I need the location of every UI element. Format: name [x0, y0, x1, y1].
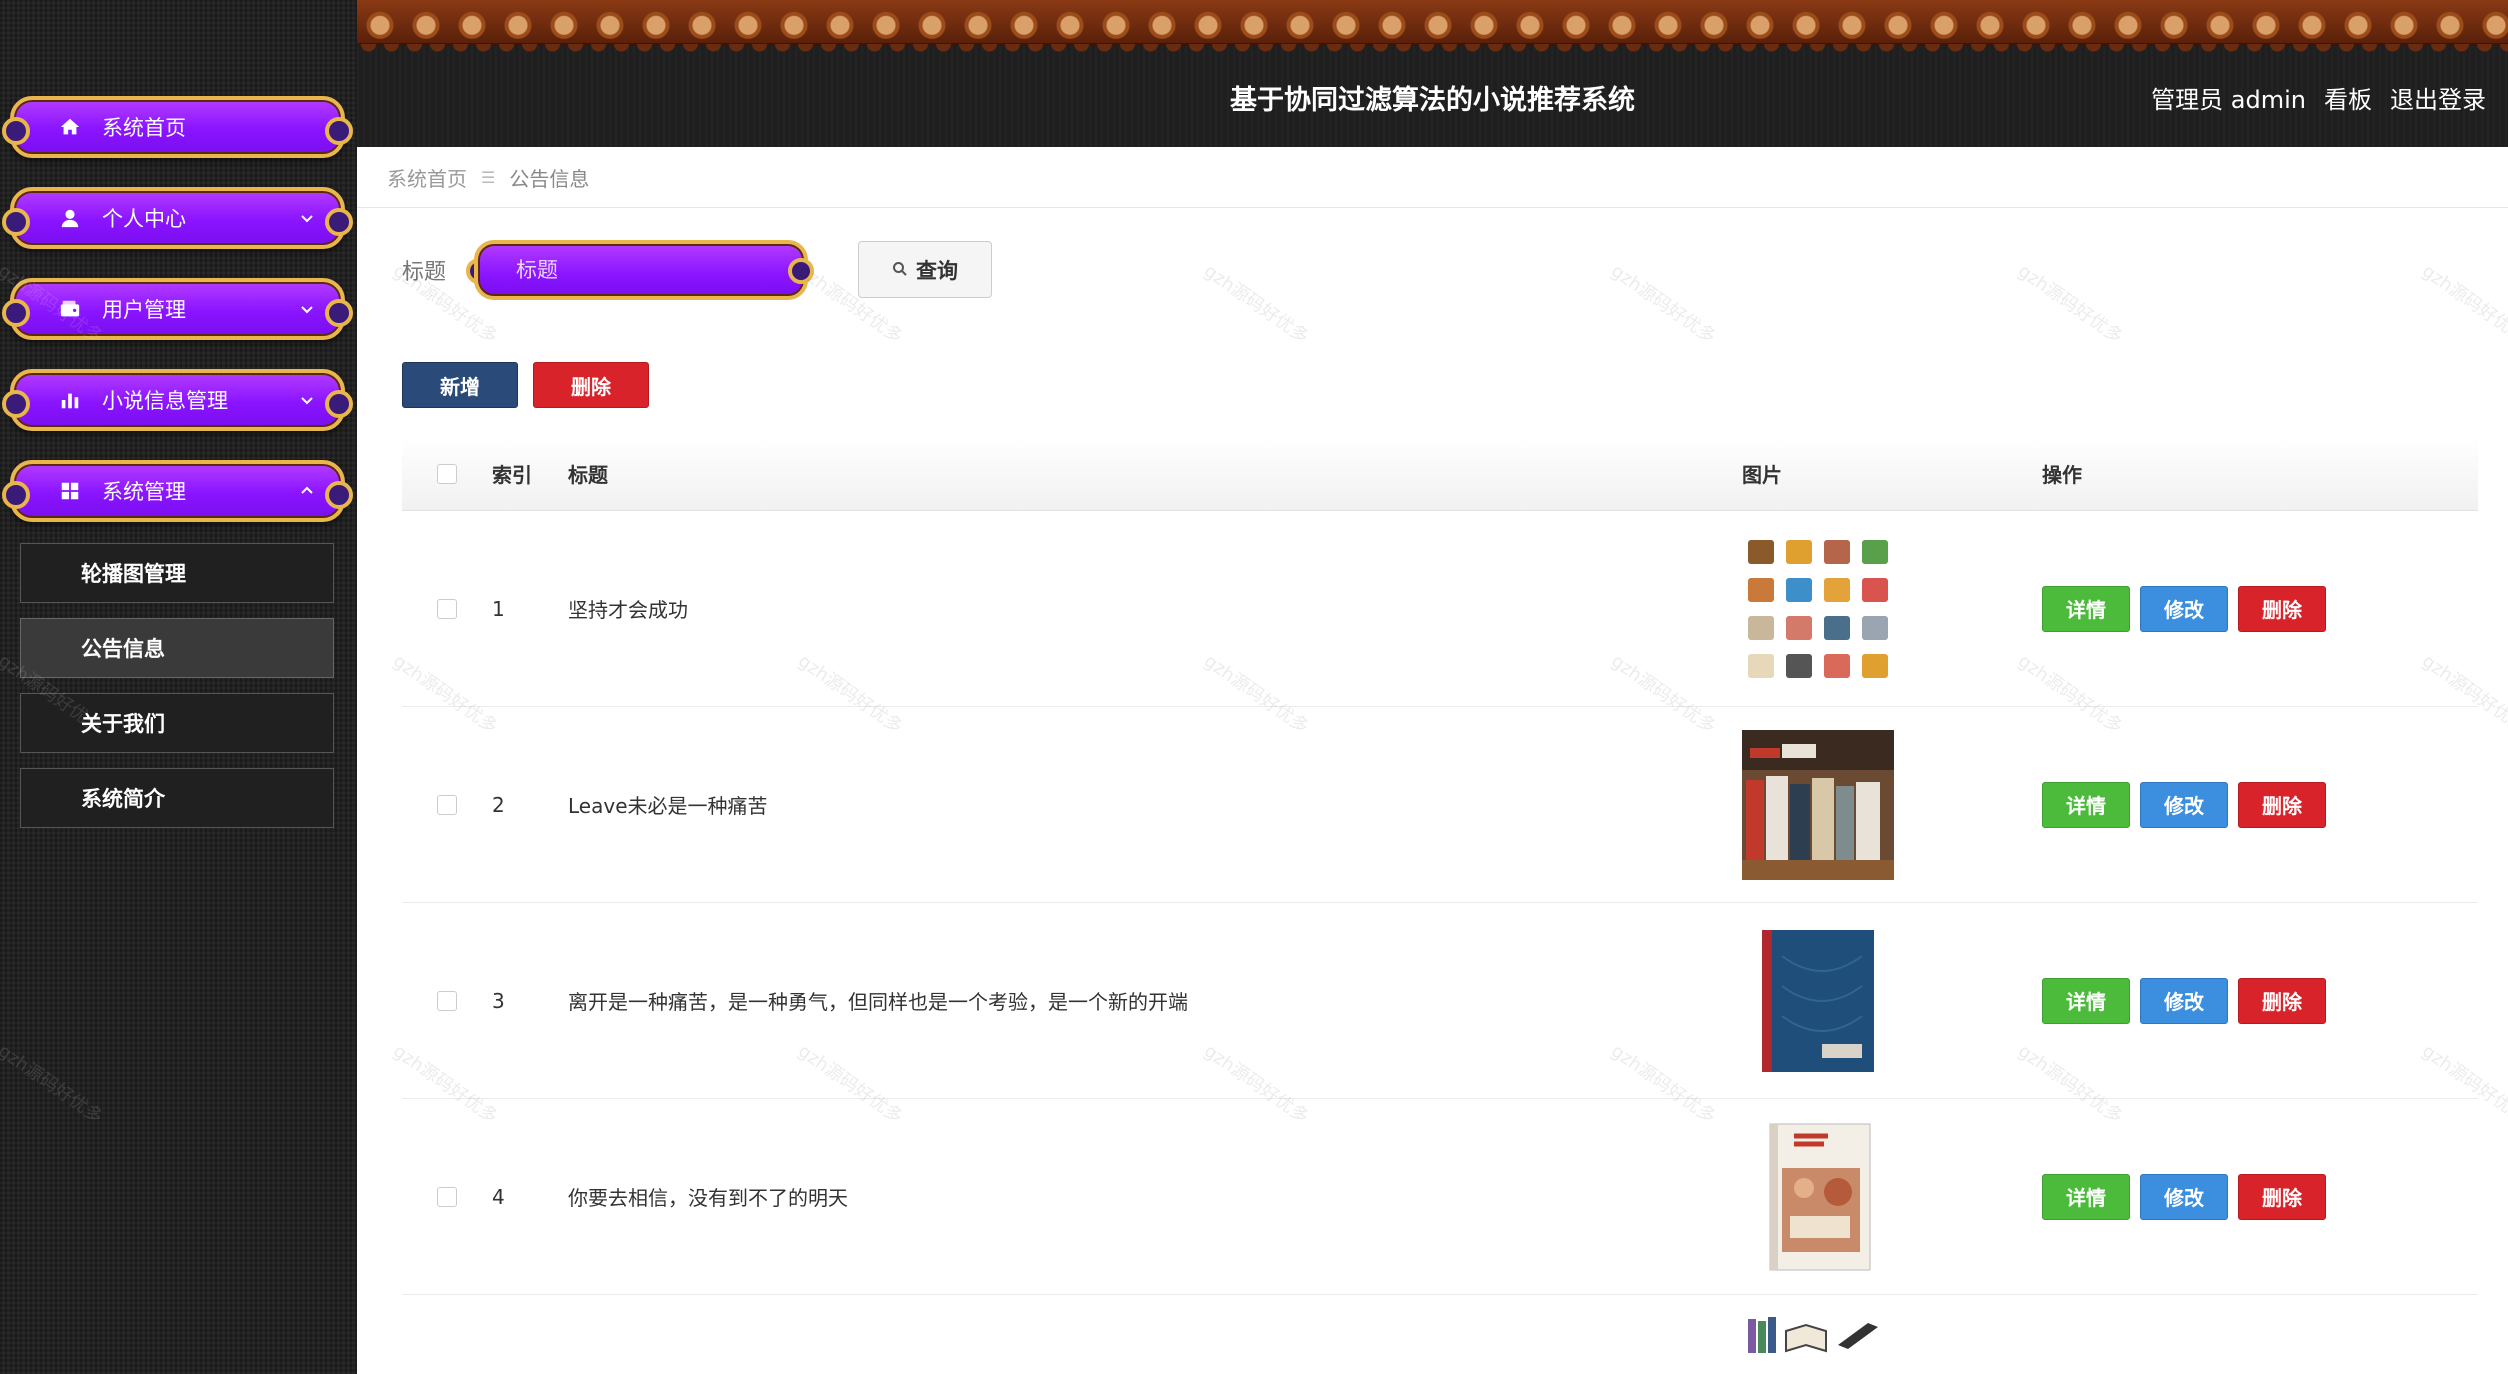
bar-chart-icon	[50, 389, 90, 411]
search-button[interactable]: 查询	[858, 241, 992, 298]
row-title: 坚持才会成功	[568, 598, 688, 622]
column-header-actions: 操作	[2042, 463, 2082, 487]
admin-user-label: 管理员 admin	[2151, 86, 2306, 114]
grid-icon	[50, 480, 90, 502]
detail-button[interactable]: 详情	[2042, 781, 2130, 828]
submenu-about-us[interactable]: 关于我们	[20, 693, 334, 753]
watermark: gzh源码好优多	[0, 1040, 107, 1128]
bookshelf-image	[1742, 729, 1894, 880]
edit-button[interactable]: 修改	[2140, 781, 2228, 828]
row-title: 离开是一种痛苦，是一种勇气，但同样也是一个考验，是一个新的开端	[568, 990, 1188, 1014]
menu-label: 个人中心	[102, 207, 186, 231]
announcement-table: 索引 标题 图片 操作 1 坚持才会成功 详情 修改 删除 2 Leave未必是…	[402, 437, 2478, 1374]
watermark: gzh源码好优多	[2418, 260, 2508, 348]
row-checkbox[interactable]	[437, 990, 457, 1011]
watermark: gzh源码好优多	[1607, 260, 1720, 348]
header-user-area: 管理员 admin 看板 退出登录	[2151, 80, 2486, 115]
row-title: Leave未必是一种痛苦	[568, 794, 768, 818]
submenu-system-intro[interactable]: 系统简介	[20, 768, 334, 828]
row-index: 4	[492, 1184, 505, 1209]
submenu-carousel[interactable]: 轮播图管理	[20, 543, 334, 603]
library-icons-image	[1742, 534, 1894, 684]
menu-user-management[interactable]: 用户管理	[2, 278, 353, 340]
home-icon	[50, 116, 90, 138]
batch-delete-button[interactable]: 删除	[533, 362, 649, 408]
header: 基于协同过滤算法的小说推荐系统 管理员 admin 看板 退出登录	[357, 0, 2508, 147]
row-checkbox[interactable]	[437, 598, 457, 619]
delete-button[interactable]: 删除	[2238, 1173, 2326, 1220]
menu-label: 用户管理	[102, 298, 186, 322]
breadcrumb-home[interactable]: 系统首页	[387, 163, 467, 192]
watermark: gzh源码好优多	[1200, 260, 1313, 348]
row-index: 2	[492, 792, 505, 817]
search-button-label: 查询	[916, 258, 958, 283]
delete-button[interactable]: 删除	[2238, 977, 2326, 1024]
breadcrumb-current: 公告信息	[509, 167, 590, 191]
edit-button[interactable]: 修改	[2140, 977, 2228, 1024]
row-index: 3	[492, 988, 505, 1013]
table-row: 2 Leave未必是一种痛苦 详情 修改 删除	[402, 707, 2478, 903]
edit-button[interactable]: 修改	[2140, 1173, 2228, 1220]
row-checkbox[interactable]	[437, 1186, 457, 1207]
board-link[interactable]: 看板	[2324, 80, 2372, 115]
delete-button[interactable]: 删除	[2238, 781, 2326, 828]
wallet-icon	[50, 298, 90, 320]
submenu-announcements[interactable]: 公告信息	[20, 618, 334, 678]
breadcrumb: 系统首页 ☰ 公告信息	[357, 148, 2508, 208]
menu-personal-center[interactable]: 个人中心	[2, 187, 353, 249]
menu-home[interactable]: 系统首页	[2, 96, 353, 158]
chevron-up-icon	[299, 483, 315, 499]
menu-label: 小说信息管理	[102, 389, 228, 413]
table-row: 1 坚持才会成功 详情 修改 删除	[402, 511, 2478, 707]
column-header-title: 标题	[568, 463, 608, 487]
column-header-image: 图片	[1742, 463, 1782, 487]
chevron-down-icon	[299, 210, 315, 226]
blue-book-image	[1742, 925, 1894, 1076]
select-all-checkbox[interactable]	[437, 463, 457, 484]
user-icon	[50, 207, 90, 229]
row-title: 你要去相信，没有到不了的明天	[568, 1186, 848, 1210]
chevron-down-icon	[299, 301, 315, 317]
magazine-cover-image	[1742, 1121, 1894, 1272]
column-header-index: 索引	[492, 463, 532, 487]
row-index: 1	[492, 596, 505, 621]
roof-tiles-decoration	[357, 0, 2508, 46]
menu-label: 系统管理	[102, 480, 186, 504]
roof-edge-decoration	[357, 44, 2508, 54]
table-row	[402, 1295, 2478, 1374]
table-row: 3 离开是一种痛苦，是一种勇气，但同样也是一个考验，是一个新的开端 详情 修改 …	[402, 903, 2478, 1099]
menu-system-management[interactable]: 系统管理	[2, 460, 353, 522]
row-checkbox[interactable]	[437, 794, 457, 815]
search-title-label: 标题	[402, 260, 447, 285]
add-button[interactable]: 新增	[402, 362, 518, 408]
sidebar: 系统首页 个人中心 用户管理 小说信息管理 系统管理 轮播图管理 公告信息 关于…	[0, 0, 357, 1374]
table-row: 4 你要去相信，没有到不了的明天 详情 修改 删除	[402, 1099, 2478, 1295]
breadcrumb-separator-icon: ☰	[481, 168, 496, 187]
chevron-down-icon	[299, 392, 315, 408]
books-stack-image	[1742, 1315, 2042, 1360]
delete-button[interactable]: 删除	[2238, 585, 2326, 632]
watermark: gzh源码好优多	[2014, 260, 2127, 348]
detail-button[interactable]: 详情	[2042, 977, 2130, 1024]
search-icon	[892, 258, 908, 282]
table-header: 索引 标题 图片 操作	[402, 437, 2478, 511]
search-title-input[interactable]	[474, 240, 808, 300]
detail-button[interactable]: 详情	[2042, 1173, 2130, 1220]
detail-button[interactable]: 详情	[2042, 585, 2130, 632]
menu-novel-management[interactable]: 小说信息管理	[2, 369, 353, 431]
edit-button[interactable]: 修改	[2140, 585, 2228, 632]
logout-link[interactable]: 退出登录	[2390, 80, 2486, 115]
menu-label: 系统首页	[102, 116, 186, 140]
